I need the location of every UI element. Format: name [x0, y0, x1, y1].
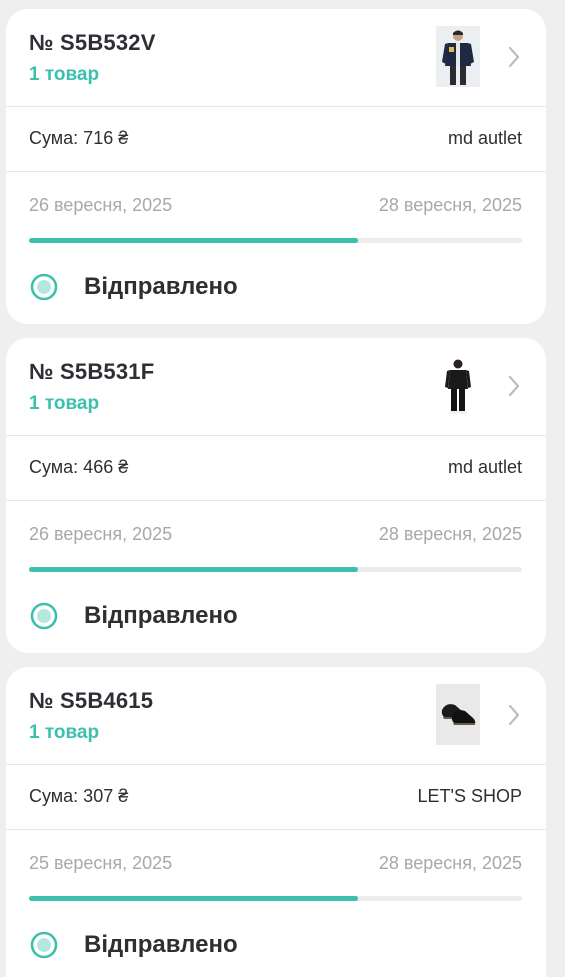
order-sum: Сума: 466 ₴ [29, 457, 129, 477]
order-header[interactable]: № S5B4615 1 товар [6, 667, 546, 765]
chevron-right-icon[interactable] [504, 372, 524, 400]
date-end: 28 вересня, 2025 [378, 853, 522, 873]
order-card[interactable]: № S5B4615 1 товар Сума: 307 ₴ LET'S SHOP… [6, 667, 546, 977]
order-number: № S5B4615 [29, 688, 154, 713]
product-thumbnail[interactable] [436, 684, 480, 745]
date-end: 28 вересня, 2025 [378, 195, 522, 215]
delivery-dates: 25 вересня, 2025 28 вересня, 2025 [6, 830, 546, 901]
order-status: Відправлено [84, 273, 238, 300]
order-header[interactable]: № S5B532V 1 товар [6, 9, 546, 107]
date-end: 28 вересня, 2025 [378, 524, 522, 544]
sum-row: Сума: 307 ₴ LET'S SHOP [6, 765, 546, 830]
tracksuit-photo [436, 355, 480, 416]
seller-name: md autlet [447, 128, 522, 148]
status-row: Відправлено [6, 900, 546, 977]
chevron-right-icon[interactable] [504, 43, 524, 71]
sum-row: Сума: 466 ₴ md autlet [6, 436, 546, 501]
seller-name: LET'S SHOP [417, 786, 522, 806]
delivery-dates: 26 вересня, 2025 28 вересня, 2025 [6, 501, 546, 572]
shoes-photo [436, 684, 480, 745]
status-row: Відправлено [6, 571, 546, 653]
order-card[interactable]: № S5B532V 1 товар Сума: 716 ₴ md autlet … [6, 9, 546, 324]
order-number: № S5B531F [29, 359, 155, 384]
sum-row: Сума: 716 ₴ md autlet [6, 107, 546, 172]
delivery-dates: 26 вересня, 2025 28 вересня, 2025 [6, 172, 546, 243]
status-row: Відправлено [6, 242, 546, 324]
status-dot-icon [30, 602, 58, 630]
product-thumbnail[interactable] [436, 26, 480, 87]
seller-name: md autlet [447, 457, 522, 477]
status-dot-icon [30, 273, 58, 301]
order-number: № S5B532V [29, 30, 156, 55]
order-sum: Сума: 307 ₴ [29, 786, 129, 806]
product-thumbnail[interactable] [436, 355, 480, 416]
item-count: 1 товар [29, 393, 100, 414]
order-sum: Сума: 716 ₴ [29, 128, 129, 148]
order-card[interactable]: № S5B531F 1 товар Сума: 466 ₴ md autlet … [6, 338, 546, 653]
order-status: Відправлено [84, 602, 238, 629]
jacket-photo [436, 26, 480, 87]
chevron-right-icon[interactable] [504, 701, 524, 729]
order-header[interactable]: № S5B531F 1 товар [6, 338, 546, 436]
item-count: 1 товар [29, 722, 100, 743]
status-dot-icon [30, 931, 58, 959]
date-start: 26 вересня, 2025 [29, 195, 173, 215]
item-count: 1 товар [29, 64, 100, 85]
order-status: Відправлено [84, 931, 238, 958]
date-start: 25 вересня, 2025 [29, 853, 173, 873]
date-start: 26 вересня, 2025 [29, 524, 173, 544]
